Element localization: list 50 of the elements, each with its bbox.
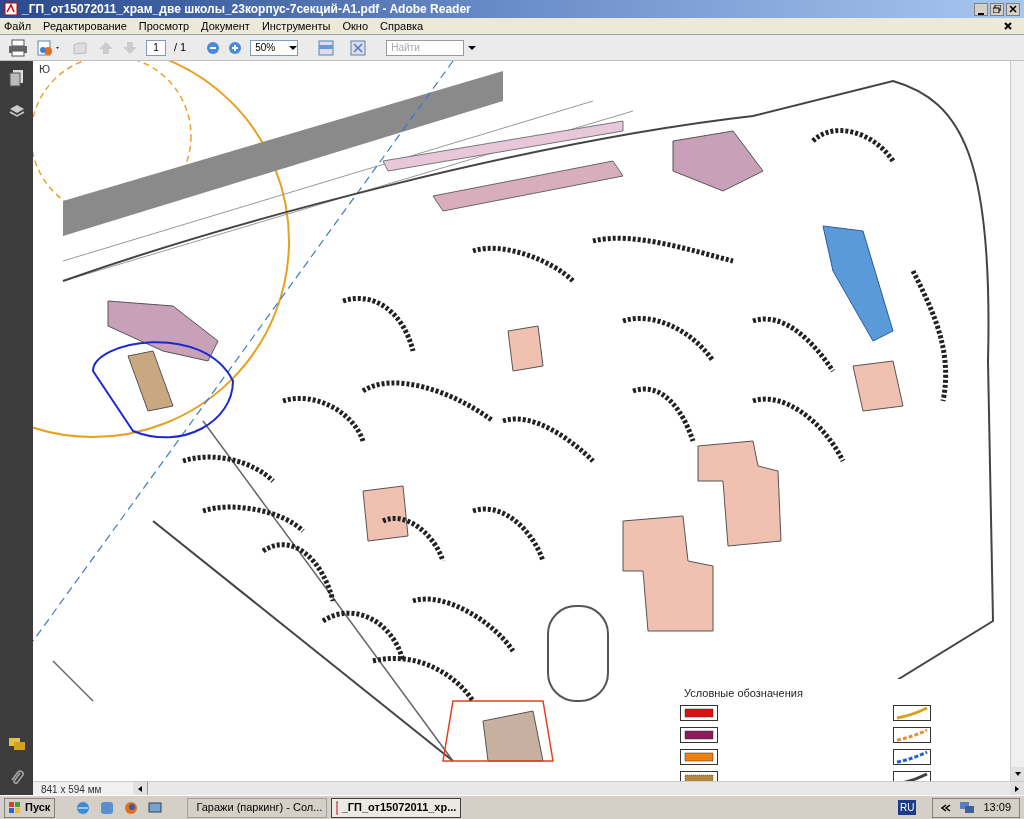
layers-icon[interactable] [8,103,25,119]
horizontal-scrollbar[interactable] [147,782,1010,795]
start-button[interactable]: Пуск [4,797,56,818]
find-field[interactable]: Найти [386,39,465,56]
paperclip-icon[interactable] [8,769,25,787]
caret-icon[interactable] [468,45,477,50]
browser-icon[interactable] [75,799,92,816]
clock: 13:09 [983,800,1011,816]
page-count: / 1 [174,40,187,56]
restore-button[interactable] [990,2,1004,16]
close-document-icon[interactable] [1004,22,1012,30]
print-icon[interactable] [8,38,28,57]
caret-icon [289,45,298,50]
scroll-down-icon[interactable] [1011,767,1024,781]
menu-item[interactable]: Справка [380,17,424,35]
firefox-icon[interactable] [123,799,140,816]
collaborate-icon[interactable] [36,38,62,57]
scroll-right-icon[interactable] [1010,782,1024,796]
close-button[interactable] [1006,2,1020,16]
compass-label: Ю [39,62,51,77]
page-number-field[interactable]: 1 [146,39,166,56]
language-indicator[interactable]: RU [898,800,917,815]
windows-logo-icon [9,801,21,814]
menu-item[interactable]: Файл [4,17,32,35]
network-icon[interactable] [959,800,976,815]
minimize-button[interactable] [974,2,988,16]
fit-page-icon[interactable] [350,39,367,56]
scroll-left-icon[interactable] [133,782,147,796]
pages-icon[interactable] [8,69,25,87]
taskbar-button[interactable]: _ГП_от15072011_хр... [331,797,462,818]
zoom-dropdown[interactable]: 50% [250,39,299,56]
restore-icon [993,5,1001,13]
menu-item[interactable]: Документ [201,17,250,35]
taskbar-button[interactable]: Гаражи (паркинг) - Сол... [187,797,328,818]
menu-item[interactable]: Просмотр [138,17,190,35]
zoom-out-icon[interactable] [206,40,221,55]
close-icon [1009,5,1017,13]
menu-item[interactable]: Редактирование [43,17,127,35]
minimize-icon [978,12,984,15]
legend-title: Условные обозначения [684,686,803,701]
vertical-scrollbar[interactable] [1010,61,1024,781]
show-hidden-icon[interactable] [941,803,952,812]
menu-item[interactable]: Окно [342,17,369,35]
window-title: _ГП_от15072011_храм_две школы_23корпус-7секций-А1.pdf - Adobe Reader [22,1,472,18]
menu-item[interactable]: Инструменты [261,17,331,35]
comments-icon[interactable] [7,737,26,753]
page-size-label: 841 x 594 мм [40,783,103,795]
zoom-in-icon[interactable] [228,40,243,55]
building-outline [507,325,544,372]
fit-width-icon[interactable] [318,39,335,56]
